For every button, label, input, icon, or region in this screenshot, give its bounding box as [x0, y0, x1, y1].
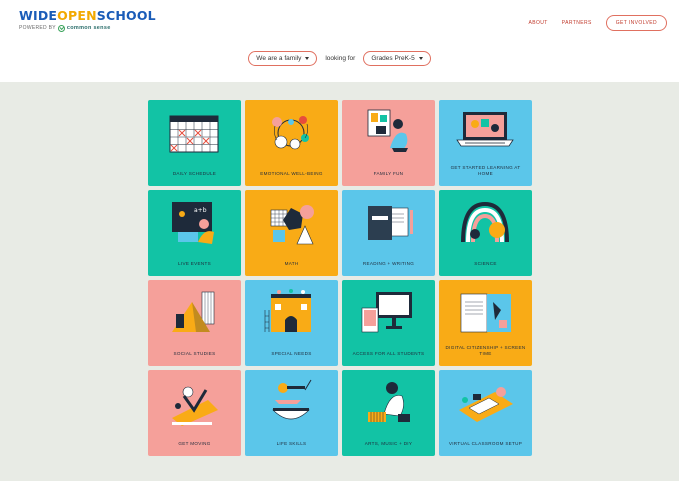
- tile-life-skills[interactable]: LIFE SKILLS: [245, 370, 338, 456]
- tile-label: MATH: [284, 261, 299, 267]
- tile-label: DAILY SCHEDULE: [172, 171, 217, 177]
- tile-label: READING + WRITING: [362, 261, 415, 267]
- tile-label: SCIENCE: [474, 261, 497, 267]
- filter-connector-text: looking for: [325, 55, 356, 62]
- logo-wide: WIDE: [19, 8, 58, 23]
- get-involved-button[interactable]: GET INVOLVED: [605, 15, 667, 31]
- tile-label: GET STARTED LEARNING AT HOME: [450, 165, 521, 177]
- tile-label: VIRTUAL CLASSROOM SETUP: [448, 441, 523, 447]
- powered-by-text: POWERED BY: [19, 25, 56, 31]
- grade-value: Grades PreK-5: [371, 55, 415, 62]
- logo[interactable]: WIDEOPENSCHOOL POWERED BY common sense: [19, 8, 156, 32]
- tile-label: DIGITAL CITIZENSHIP + SCREEN TIME: [445, 345, 526, 357]
- tile-emotional-well-being[interactable]: EMOTIONAL WELL-BEING: [245, 100, 338, 186]
- main-content: DAILY SCHEDULE EMOTIONAL WELL-BEING FAMI…: [0, 82, 679, 481]
- tile-live-events[interactable]: a+b LIVE EVENTS: [148, 190, 241, 276]
- partner-name: common sense: [66, 25, 111, 31]
- tile-label: GET MOVING: [178, 441, 211, 447]
- tile-access-for-all[interactable]: ACCESS FOR ALL STUDENTS: [342, 280, 435, 366]
- audience-value: We are a family: [256, 55, 302, 62]
- tile-label: SPECIAL NEEDS: [271, 351, 312, 357]
- tile-label: FAMILY FUN: [373, 171, 404, 177]
- svg-text:a+b: a+b: [194, 207, 207, 214]
- tile-label: EMOTIONAL WELL-BEING: [260, 171, 323, 177]
- tile-virtual-classroom[interactable]: VIRTUAL CLASSROOM SETUP: [439, 370, 532, 456]
- nav-about[interactable]: ABOUT: [529, 20, 548, 26]
- chevron-down-icon: [418, 57, 423, 60]
- logo-school: SCHOOL: [96, 8, 156, 23]
- tile-math[interactable]: MATH: [245, 190, 338, 276]
- audience-select[interactable]: We are a family: [248, 51, 318, 66]
- logo-powered-by: POWERED BY common sense: [19, 24, 156, 32]
- chevron-down-icon: [305, 57, 310, 60]
- site-header: WIDEOPENSCHOOL POWERED BY common sense A…: [0, 0, 679, 82]
- check-icon: [57, 24, 65, 32]
- nav-partners[interactable]: PARTNERS: [562, 20, 592, 26]
- tile-label: ACCESS FOR ALL STUDENTS: [352, 351, 425, 357]
- topic-grid: DAILY SCHEDULE EMOTIONAL WELL-BEING FAMI…: [148, 100, 532, 456]
- filter-bar: We are a family looking for Grades PreK-…: [0, 51, 679, 66]
- tile-science[interactable]: SCIENCE: [439, 190, 532, 276]
- tile-special-needs[interactable]: SPECIAL NEEDS: [245, 280, 338, 366]
- tile-reading-writing[interactable]: READING + WRITING: [342, 190, 435, 276]
- tile-social-studies[interactable]: SOCIAL STUDIES: [148, 280, 241, 366]
- logo-wordmark: WIDEOPENSCHOOL: [19, 8, 156, 23]
- grade-select[interactable]: Grades PreK-5: [363, 51, 431, 66]
- tile-get-moving[interactable]: GET MOVING: [148, 370, 241, 456]
- logo-open: OPEN: [57, 8, 97, 23]
- tile-label: LIVE EVENTS: [178, 261, 211, 267]
- tile-label: ARTS, MUSIC + DIY: [364, 441, 413, 447]
- tile-label: SOCIAL STUDIES: [173, 351, 216, 357]
- tile-get-started-learning[interactable]: GET STARTED LEARNING AT HOME: [439, 100, 532, 186]
- top-nav: ABOUT PARTNERS GET INVOLVED: [529, 15, 667, 31]
- tile-label: LIFE SKILLS: [276, 441, 307, 447]
- tile-daily-schedule[interactable]: DAILY SCHEDULE: [148, 100, 241, 186]
- tile-arts-music-diy[interactable]: ARTS, MUSIC + DIY: [342, 370, 435, 456]
- tile-family-fun[interactable]: FAMILY FUN: [342, 100, 435, 186]
- tile-digital-citizenship[interactable]: DIGITAL CITIZENSHIP + SCREEN TIME: [439, 280, 532, 366]
